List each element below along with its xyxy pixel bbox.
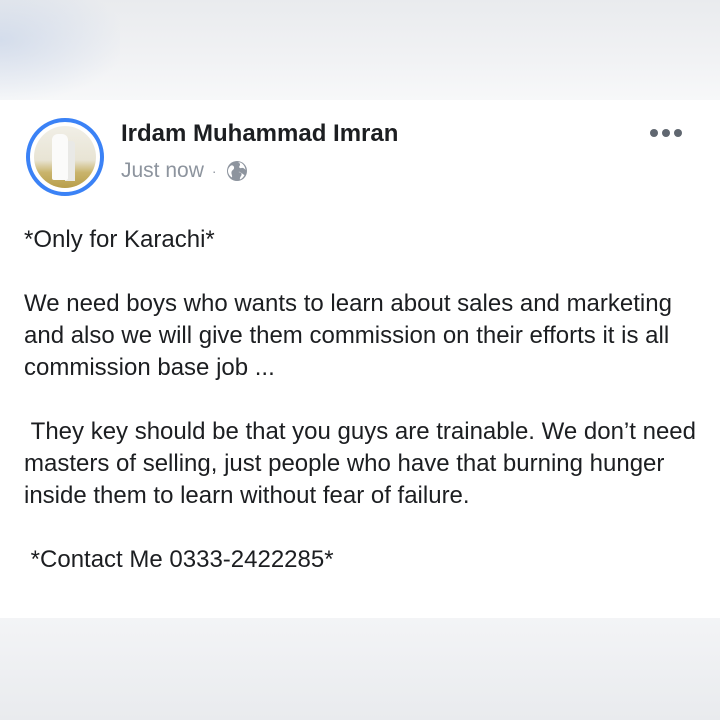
post-paragraph: They key should be that you guys are tra… [24, 418, 703, 509]
post-paragraph: *Contact Me 0333-2422285* [24, 546, 334, 573]
meta-separator: · [211, 163, 217, 179]
post-text: *Only for Karachi* We need boys who want… [24, 224, 704, 576]
post-timestamp[interactable]: Just now [121, 159, 204, 183]
globe-icon[interactable] [225, 159, 249, 183]
post-paragraph: We need boys who wants to learn about sa… [24, 290, 679, 381]
blurred-background-bottom [0, 618, 720, 720]
blurred-background-top [0, 0, 720, 100]
avatar-image [34, 126, 96, 188]
more-options-icon[interactable] [646, 120, 686, 146]
author-name[interactable]: Irdam Muhammad Imran [121, 120, 398, 148]
post-card: Irdam Muhammad Imran Just now · *Only fo… [0, 100, 720, 618]
post-meta: Just now · [121, 158, 249, 184]
post-paragraph: *Only for Karachi* [24, 226, 215, 253]
profile-avatar[interactable] [26, 118, 104, 196]
